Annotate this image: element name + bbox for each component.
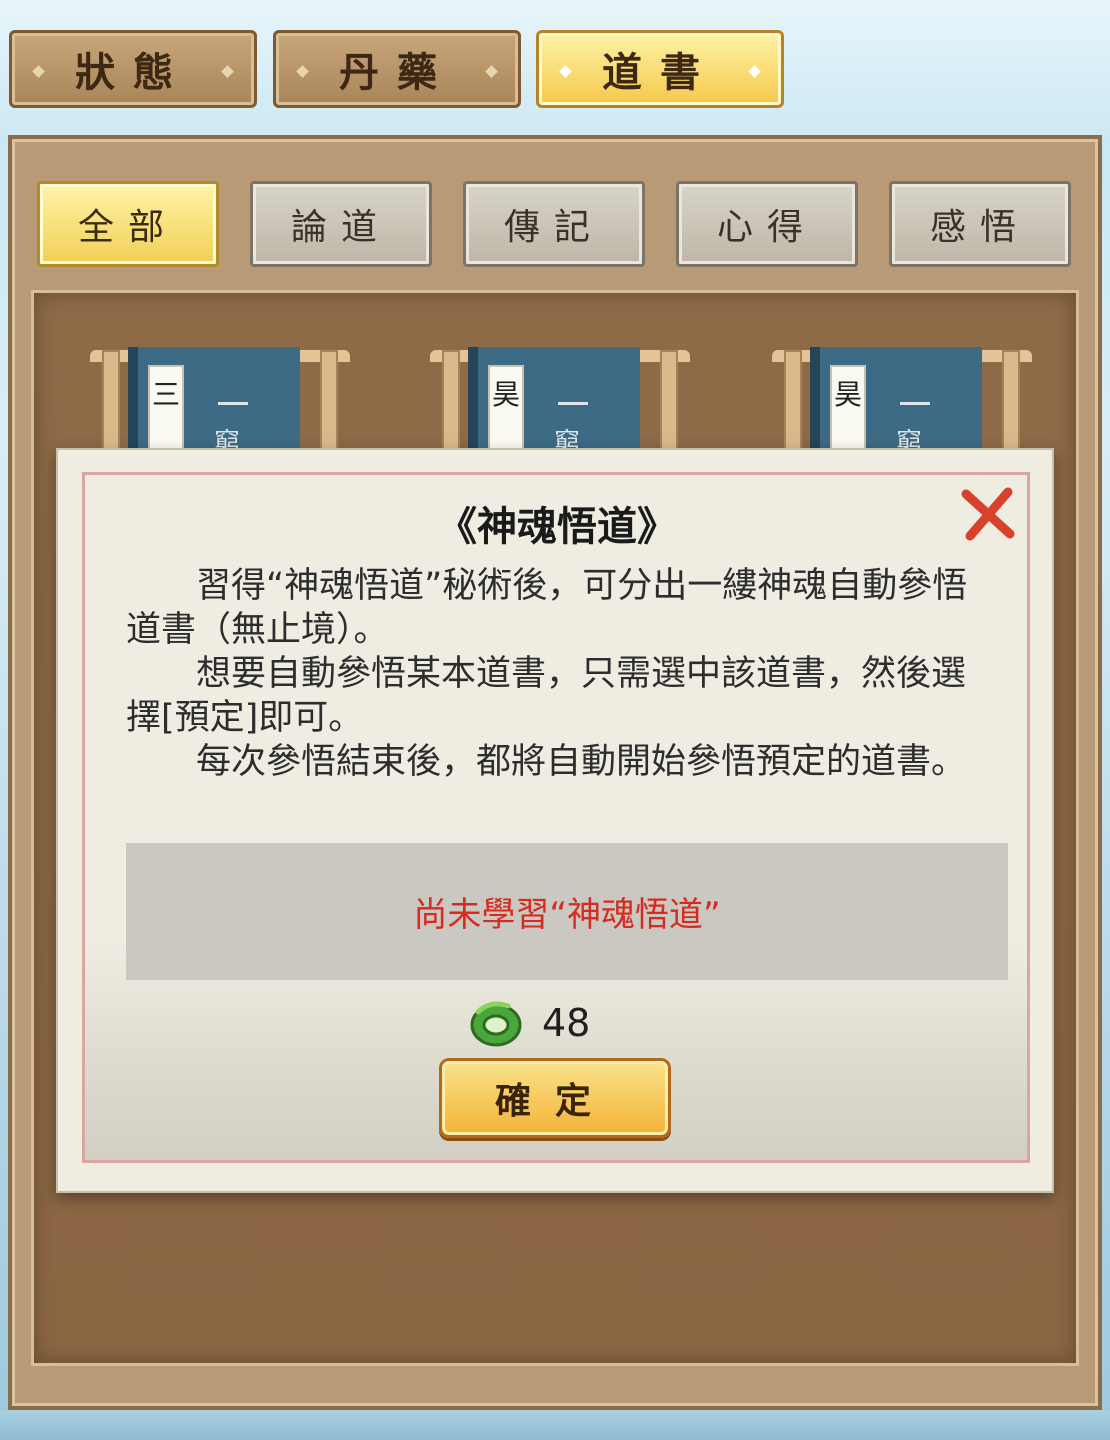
cost-amount: 48 <box>542 1001 591 1045</box>
skill-info-dialog: 《神魂悟道》 習得“神魂悟道”秘術後，可分出一縷神魂自動參悟道書（無止境）。 想… <box>56 448 1054 1193</box>
book-cover: 昊 窮 <box>468 347 640 458</box>
cost-display: 48 <box>468 998 590 1048</box>
book-title-label: 三 <box>148 365 184 450</box>
description-paragraph: 想要自動參悟某本道書，只需選中該道書，然後選擇[預定]即可。 <box>126 654 967 738</box>
tab-elixirs[interactable]: 丹藥 <box>273 30 521 108</box>
subtab-enlightenment[interactable]: 感悟 <box>889 181 1071 267</box>
tab-status[interactable]: 狀態 <box>9 30 257 108</box>
status-text: 尚未學習“神魂悟道” <box>413 895 721 935</box>
book-title-label: 昊 <box>830 365 866 450</box>
dialog-title: 《神魂悟道》 <box>437 503 677 550</box>
book-level-dash <box>558 402 588 405</box>
book-item[interactable]: 昊 窮 <box>772 345 1032 458</box>
subtab-biography[interactable]: 傳記 <box>463 181 645 267</box>
book-stand-leg <box>102 350 120 454</box>
book-title-label: 昊 <box>488 365 524 450</box>
tab-label: 道書 <box>602 50 718 96</box>
description-paragraph: 每次參悟結束後，都將自動開始參悟預定的道書。 <box>196 742 967 782</box>
status-box: 尚未學習“神魂悟道” <box>126 843 1008 980</box>
jade-dragon-icon <box>470 1001 522 1047</box>
subtab-all[interactable]: 全部 <box>37 181 219 267</box>
dialog-description: 習得“神魂悟道”秘術後，可分出一縷神魂自動參悟道書（無止境）。 想要自動參悟某本… <box>126 564 976 784</box>
subtab-discourse[interactable]: 論道 <box>250 181 432 267</box>
close-icon <box>961 487 1015 541</box>
tab-ornament-right <box>748 65 761 78</box>
book-level-dash <box>900 402 930 405</box>
tab-daoist-books[interactable]: 道書 <box>536 30 784 108</box>
tab-label: 丹藥 <box>339 50 455 96</box>
subtab-label: 傳記 <box>503 207 604 248</box>
subtab-label: 論道 <box>290 207 391 248</box>
book-item[interactable]: 昊 窮 <box>430 345 690 458</box>
tab-ornament-left <box>296 65 309 78</box>
book-stand-leg <box>442 350 460 454</box>
book-item[interactable]: 三 窮 <box>90 345 350 458</box>
book-stand-leg <box>320 350 338 454</box>
subtab-insights[interactable]: 心得 <box>676 181 858 267</box>
subtab-label: 全部 <box>77 207 178 248</box>
subtab-label: 感悟 <box>929 207 1030 248</box>
book-cover: 昊 窮 <box>810 347 982 458</box>
subtab-label: 心得 <box>716 207 817 248</box>
confirm-button[interactable]: 確定 <box>439 1058 671 1138</box>
tab-ornament-left <box>559 65 572 78</box>
book-level-dash <box>218 402 248 405</box>
tab-ornament-left <box>32 65 45 78</box>
description-paragraph: 習得“神魂悟道”秘術後，可分出一縷神魂自動參悟道書（無止境）。 <box>126 566 968 650</box>
book-stand-leg <box>660 350 678 454</box>
book-stand-leg <box>784 350 802 454</box>
confirm-label: 確定 <box>494 1081 615 1122</box>
book-cover: 三 窮 <box>128 347 300 458</box>
bottom-sky <box>0 1410 1110 1440</box>
tab-label: 狀態 <box>75 50 191 96</box>
tab-ornament-right <box>221 65 234 78</box>
tab-ornament-right <box>485 65 498 78</box>
close-button[interactable] <box>958 484 1018 544</box>
book-stand-leg <box>1002 350 1020 454</box>
